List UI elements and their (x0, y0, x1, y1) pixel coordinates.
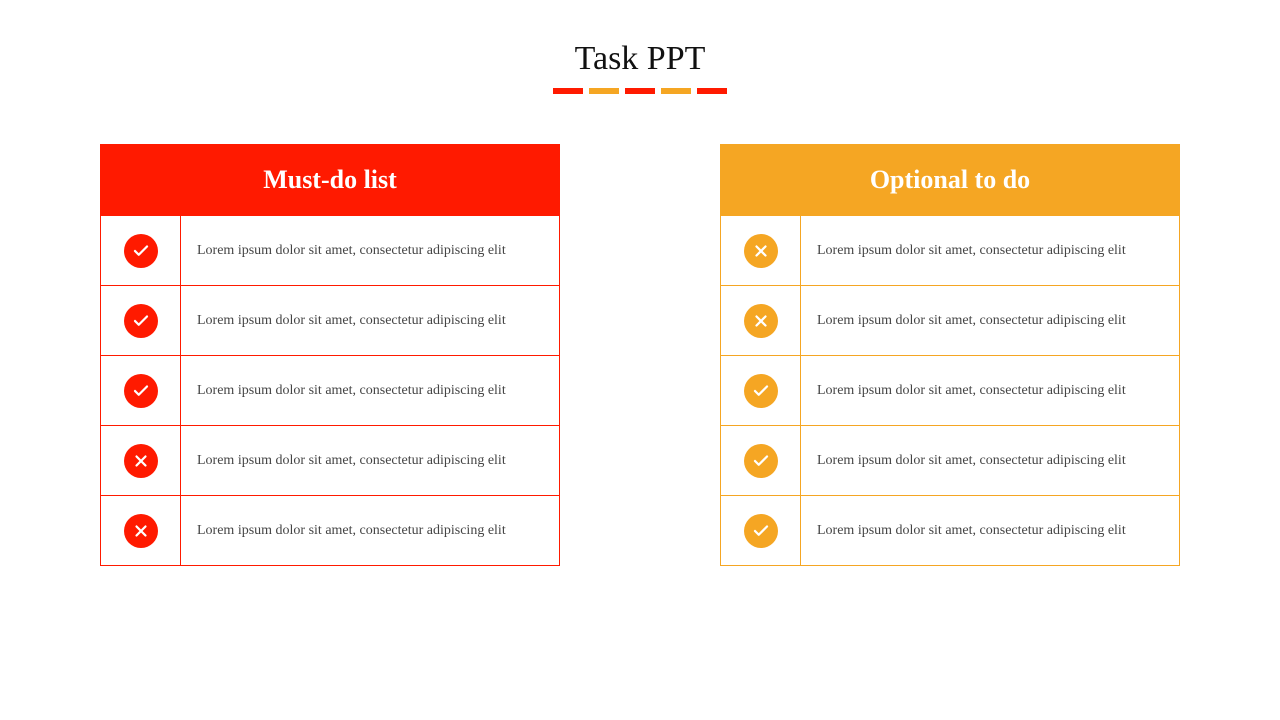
optional-header: Optional to do (721, 145, 1179, 215)
list-item: Lorem ipsum dolor sit amet, consectetur … (101, 495, 559, 565)
list-item: Lorem ipsum dolor sit amet, consectetur … (101, 355, 559, 425)
icon-cell (101, 496, 181, 565)
item-text: Lorem ipsum dolor sit amet, consectetur … (801, 439, 1179, 483)
cross-icon (124, 444, 158, 478)
item-text: Lorem ipsum dolor sit amet, consectetur … (181, 369, 559, 413)
must-do-header: Must-do list (101, 145, 559, 215)
item-text: Lorem ipsum dolor sit amet, consectetur … (801, 509, 1179, 553)
check-icon (124, 304, 158, 338)
title-area: Task PPT (0, 0, 1280, 94)
dash-icon (661, 88, 691, 94)
dash-icon (625, 88, 655, 94)
item-text: Lorem ipsum dolor sit amet, consectetur … (181, 229, 559, 273)
must-do-rows: Lorem ipsum dolor sit amet, consectetur … (101, 215, 559, 565)
dash-icon (589, 88, 619, 94)
check-icon (124, 374, 158, 408)
list-item: Lorem ipsum dolor sit amet, consectetur … (721, 355, 1179, 425)
list-item: Lorem ipsum dolor sit amet, consectetur … (721, 285, 1179, 355)
check-icon (744, 374, 778, 408)
check-icon (124, 234, 158, 268)
must-do-card: Must-do list Lorem ipsum dolor sit amet,… (100, 144, 560, 566)
list-item: Lorem ipsum dolor sit amet, consectetur … (101, 285, 559, 355)
icon-cell (101, 426, 181, 495)
icon-cell (721, 426, 801, 495)
content-area: Must-do list Lorem ipsum dolor sit amet,… (0, 94, 1280, 566)
item-text: Lorem ipsum dolor sit amet, consectetur … (801, 369, 1179, 413)
icon-cell (101, 286, 181, 355)
list-item: Lorem ipsum dolor sit amet, consectetur … (721, 215, 1179, 285)
dash-icon (697, 88, 727, 94)
icon-cell (721, 286, 801, 355)
item-text: Lorem ipsum dolor sit amet, consectetur … (181, 509, 559, 553)
item-text: Lorem ipsum dolor sit amet, consectetur … (181, 439, 559, 483)
cross-icon (124, 514, 158, 548)
item-text: Lorem ipsum dolor sit amet, consectetur … (801, 299, 1179, 343)
list-item: Lorem ipsum dolor sit amet, consectetur … (721, 425, 1179, 495)
icon-cell (721, 356, 801, 425)
cross-icon (744, 304, 778, 338)
optional-card: Optional to do Lorem ipsum dolor sit ame… (720, 144, 1180, 566)
icon-cell (101, 216, 181, 285)
cross-icon (744, 234, 778, 268)
item-text: Lorem ipsum dolor sit amet, consectetur … (181, 299, 559, 343)
list-item: Lorem ipsum dolor sit amet, consectetur … (721, 495, 1179, 565)
optional-rows: Lorem ipsum dolor sit amet, consectetur … (721, 215, 1179, 565)
list-item: Lorem ipsum dolor sit amet, consectetur … (101, 215, 559, 285)
check-icon (744, 444, 778, 478)
icon-cell (721, 216, 801, 285)
item-text: Lorem ipsum dolor sit amet, consectetur … (801, 229, 1179, 273)
icon-cell (721, 496, 801, 565)
slide-title: Task PPT (0, 40, 1280, 78)
list-item: Lorem ipsum dolor sit amet, consectetur … (101, 425, 559, 495)
dash-icon (553, 88, 583, 94)
check-icon (744, 514, 778, 548)
icon-cell (101, 356, 181, 425)
